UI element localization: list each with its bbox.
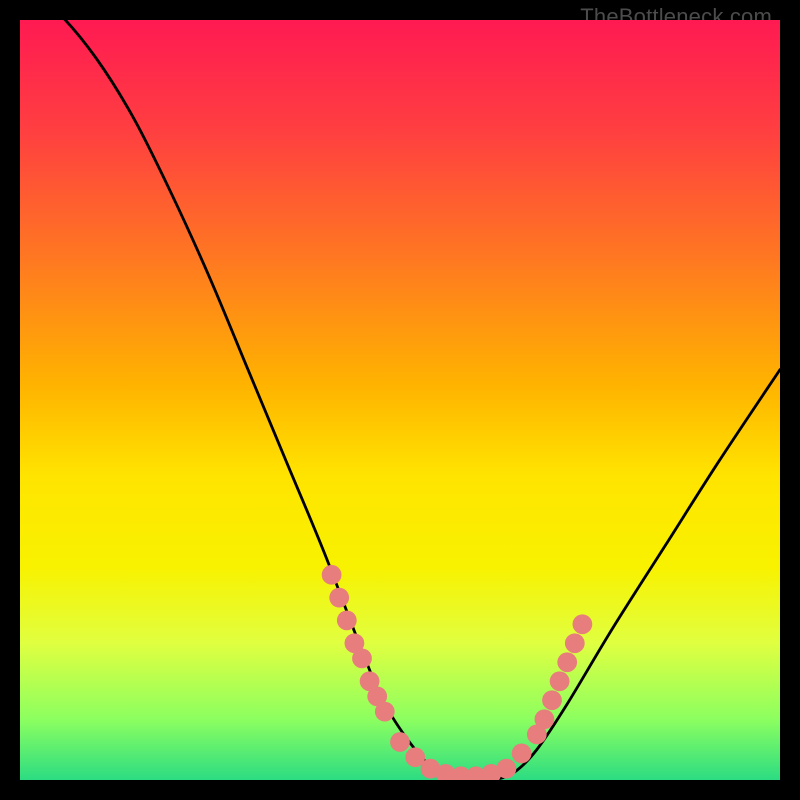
highlight-dot (550, 671, 570, 691)
highlight-dot (352, 649, 372, 669)
highlight-dot (390, 732, 410, 752)
highlight-dot (535, 709, 555, 729)
highlight-dot (322, 565, 342, 585)
highlight-dots (322, 565, 593, 780)
highlight-dot (329, 588, 349, 608)
highlight-dot (565, 633, 585, 653)
highlight-dot (573, 614, 593, 634)
chart-svg (20, 20, 780, 780)
highlight-dot (337, 611, 357, 631)
chart-plot-area (20, 20, 780, 780)
highlight-dot (542, 690, 562, 710)
highlight-dot (557, 652, 577, 672)
highlight-dot (512, 744, 532, 764)
highlight-dot (375, 702, 395, 722)
highlight-dot (497, 759, 517, 779)
bottleneck-curve (20, 20, 780, 780)
